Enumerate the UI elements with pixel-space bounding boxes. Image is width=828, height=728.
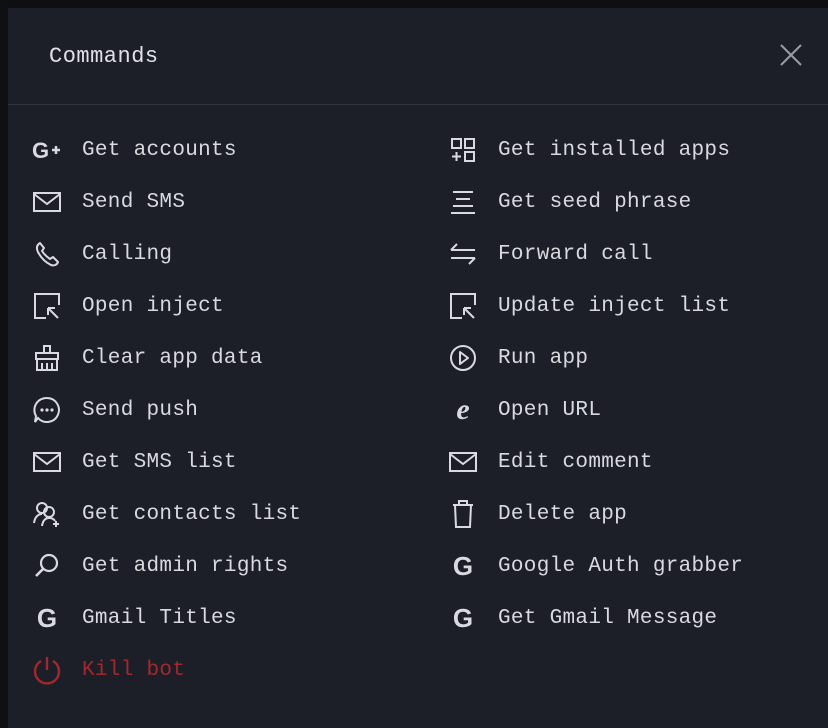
command-label: Calling: [82, 242, 173, 266]
command-gmail-titles[interactable]: G Gmail Titles: [30, 598, 237, 638]
command-get-accounts[interactable]: G Get accounts: [30, 130, 237, 170]
google-icon: G: [452, 603, 474, 633]
command-get-seed-phrase[interactable]: Get seed phrase: [446, 182, 692, 222]
svg-text:G: G: [32, 138, 49, 162]
command-send-push[interactable]: Send push: [30, 390, 198, 430]
dialog-header: Commands: [8, 8, 828, 105]
contacts-icon: [30, 497, 64, 531]
command-label: Get accounts: [82, 138, 237, 162]
select-arrow-icon: [30, 289, 64, 323]
command-label: Get installed apps: [498, 138, 731, 162]
swap-arrows-icon: [446, 237, 480, 271]
command-get-installed-apps[interactable]: Get installed apps: [446, 130, 730, 170]
commands-dialog: Commands G Get accounts Send SMS Calling…: [8, 8, 828, 728]
envelope-icon: [30, 445, 64, 479]
command-label: Clear app data: [82, 346, 263, 370]
command-label: Gmail Titles: [82, 606, 237, 630]
broom-icon: [30, 341, 64, 375]
magnifier-icon: [30, 549, 64, 583]
play-circle-icon: [446, 341, 480, 375]
command-label: Send push: [82, 398, 199, 422]
command-label: Forward call: [498, 242, 653, 266]
command-label: Get SMS list: [82, 450, 237, 474]
command-open-inject[interactable]: Open inject: [30, 286, 224, 326]
envelope-icon: [30, 185, 64, 219]
background-edge: [0, 0, 8, 728]
phone-icon: [30, 237, 64, 271]
google-icon: G: [452, 551, 474, 581]
command-label: Get contacts list: [82, 502, 302, 526]
close-icon: [780, 44, 802, 66]
command-forward-call[interactable]: Forward call: [446, 234, 653, 274]
command-label: Get Gmail Message: [498, 606, 718, 630]
align-center-icon: [446, 185, 480, 219]
internet-explorer-icon: e: [456, 393, 470, 426]
command-send-sms[interactable]: Send SMS: [30, 182, 185, 222]
command-open-url[interactable]: e Open URL: [446, 390, 601, 430]
command-label: Edit comment: [498, 450, 653, 474]
close-button[interactable]: [778, 42, 804, 68]
command-get-sms-list[interactable]: Get SMS list: [30, 442, 237, 482]
envelope-icon: [446, 445, 480, 479]
command-edit-comment[interactable]: Edit comment: [446, 442, 653, 482]
command-label: Get admin rights: [82, 554, 289, 578]
power-icon: [30, 653, 64, 687]
command-label: Open URL: [498, 398, 602, 422]
command-google-auth-grabber[interactable]: G Google Auth grabber: [446, 546, 743, 586]
google-plus-icon: G: [30, 133, 64, 167]
google-icon: G: [36, 603, 58, 633]
command-delete-app[interactable]: Delete app: [446, 494, 627, 534]
command-kill-bot[interactable]: Kill bot: [30, 650, 185, 690]
command-label: Send SMS: [82, 190, 186, 214]
command-get-gmail-message[interactable]: G Get Gmail Message: [446, 598, 717, 638]
select-arrow-icon: [446, 289, 480, 323]
command-label: Delete app: [498, 502, 628, 526]
apps-grid-icon: [446, 133, 480, 167]
command-label: Get seed phrase: [498, 190, 692, 214]
command-label: Update inject list: [498, 294, 731, 318]
command-run-app[interactable]: Run app: [446, 338, 588, 378]
command-label: Run app: [498, 346, 589, 370]
command-label: Open inject: [82, 294, 224, 318]
command-update-inject-list[interactable]: Update inject list: [446, 286, 730, 326]
command-clear-app-data[interactable]: Clear app data: [30, 338, 263, 378]
command-calling[interactable]: Calling: [30, 234, 172, 274]
command-get-admin-rights[interactable]: Get admin rights: [30, 546, 288, 586]
command-label: Kill bot: [82, 658, 186, 682]
command-label: Google Auth grabber: [498, 554, 744, 578]
dialog-title: Commands: [49, 44, 159, 69]
chat-bubble-icon: [30, 393, 64, 427]
command-get-contacts-list[interactable]: Get contacts list: [30, 494, 301, 534]
trash-icon: [446, 497, 480, 531]
